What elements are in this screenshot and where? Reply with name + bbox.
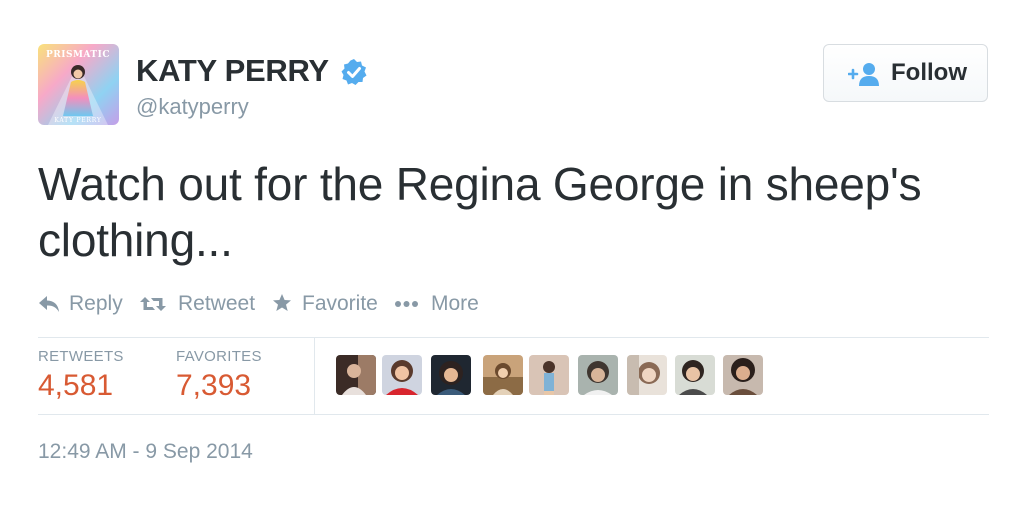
reply-icon xyxy=(39,296,59,312)
retweets-label: RETWEETS xyxy=(38,348,124,365)
favoriter-avatar[interactable] xyxy=(336,355,376,395)
retweets-count[interactable]: 4,581 xyxy=(38,369,113,403)
favoriter-avatar[interactable] xyxy=(578,355,618,395)
favoriter-avatar[interactable] xyxy=(723,355,763,395)
retweet-label: Retweet xyxy=(178,292,256,315)
prismatic-album-art: PRISMATIC KATY PERRY xyxy=(38,44,119,125)
svg-text:PRISMATIC: PRISMATIC xyxy=(46,50,110,60)
favoriter-avatar[interactable] xyxy=(675,355,715,395)
reply-label: Reply xyxy=(69,292,123,315)
follow-button[interactable]: Follow xyxy=(823,44,988,102)
favorites-label: FAVORITES xyxy=(176,348,262,365)
star-icon xyxy=(273,294,291,311)
favoriter-avatar[interactable] xyxy=(627,355,667,395)
stats-divider xyxy=(314,338,315,414)
follow-button-label: Follow xyxy=(891,59,967,86)
add-user-icon xyxy=(848,63,879,86)
more-label: More xyxy=(431,292,479,315)
user-name[interactable]: KATY PERRY xyxy=(136,53,329,89)
tweet-text: Watch out for the Regina George in sheep… xyxy=(38,158,922,266)
retweet-button[interactable]: Retweet xyxy=(139,290,257,320)
favorite-label: Favorite xyxy=(302,292,378,315)
favorite-button[interactable]: Favorite xyxy=(272,290,378,320)
more-button[interactable]: More xyxy=(394,290,484,320)
tweet-timestamp[interactable]: 12:49 AM - 9 Sep 2014 xyxy=(38,440,253,464)
divider-bottom xyxy=(38,414,989,415)
favorites-count[interactable]: 7,393 xyxy=(176,369,251,403)
divider-top xyxy=(38,337,989,338)
avatar[interactable]: PRISMATIC KATY PERRY xyxy=(38,44,119,125)
reply-button[interactable]: Reply xyxy=(38,290,124,320)
verified-badge-icon xyxy=(341,59,367,85)
more-dots-icon xyxy=(395,301,418,307)
favoriter-avatar[interactable] xyxy=(529,355,569,395)
favoriter-avatar[interactable] xyxy=(431,355,471,395)
retweet-icon xyxy=(140,297,166,311)
favoriter-avatar[interactable] xyxy=(483,355,523,395)
favoriter-avatar[interactable] xyxy=(382,355,422,395)
svg-text:KATY PERRY: KATY PERRY xyxy=(54,117,102,124)
user-handle[interactable]: @katyperry xyxy=(136,94,249,120)
